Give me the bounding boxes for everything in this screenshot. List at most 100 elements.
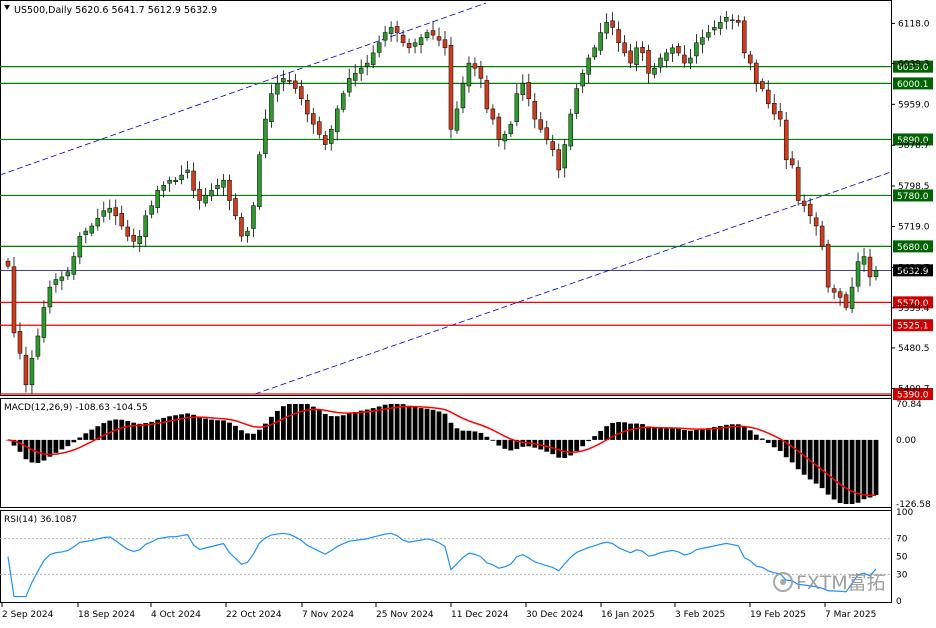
rsi-label: RSI(14) 36.1087 (4, 515, 77, 525)
macd-bar (676, 428, 681, 440)
macd-bar (640, 424, 645, 440)
macd-bar (586, 439, 592, 442)
macd-bar (867, 439, 873, 498)
macd-bar (101, 423, 107, 440)
macd-bar (388, 404, 394, 440)
macd-bar (795, 439, 801, 470)
candle-body (789, 158, 795, 166)
time-tick-label: 19 Feb 2025 (750, 610, 806, 620)
candle-body (819, 225, 825, 247)
candle-body (191, 170, 196, 191)
candle-body (538, 119, 544, 130)
macd-bar (227, 422, 232, 440)
macd-bar (65, 439, 71, 447)
macd-bar (292, 404, 298, 440)
candle-body (532, 101, 538, 120)
candle-body (813, 217, 819, 227)
candle-body (323, 135, 328, 145)
candle-body (843, 294, 849, 308)
macd-bar (125, 421, 131, 440)
price-tick-label: 6039.3 (898, 59, 930, 69)
candle-body (346, 78, 352, 93)
candle-body (586, 57, 591, 75)
macd-bar (490, 439, 496, 441)
macd-bar (658, 428, 663, 440)
macd-bar (580, 439, 586, 447)
candle-body (251, 205, 256, 229)
macd-bar (298, 404, 304, 440)
candle-body (179, 174, 184, 180)
macd-bar (370, 408, 376, 440)
candle-body (574, 88, 579, 114)
macd-bar (233, 425, 238, 440)
price-axis: 6118.0 6039.3 5959.0 5878.7 5798.5 5719.0 5638… (891, 19, 930, 395)
macd-bar (741, 427, 747, 440)
price-tick-label: 5480.5 (898, 344, 930, 354)
macd-bar (29, 439, 35, 463)
candle-body (149, 205, 154, 215)
macd-bar (23, 439, 29, 460)
candle-body (209, 190, 214, 197)
candle-body (203, 195, 208, 204)
macd-bar (520, 439, 526, 447)
macd-bar (203, 418, 208, 440)
candle-body (652, 67, 657, 75)
candle-body (562, 144, 567, 169)
macd-bar (843, 439, 849, 504)
candle-body (131, 234, 136, 242)
candle-body (382, 32, 388, 41)
rsi-tick-label: 50 (896, 553, 908, 563)
macd-bar (257, 429, 262, 440)
candle-body (658, 57, 663, 68)
candle-body (771, 103, 777, 115)
candle-body (113, 207, 119, 217)
macd-bar (460, 430, 466, 440)
candle-body (831, 288, 837, 293)
price-tick-label: 5638.7 (898, 263, 930, 273)
macd-bar (59, 439, 65, 450)
macd-bar (448, 422, 454, 440)
macd-bar (209, 419, 214, 440)
candle-body (544, 127, 550, 140)
candle-body (59, 276, 65, 281)
macd-bar (789, 439, 795, 463)
candle-body (765, 89, 771, 105)
macd-bar (346, 413, 352, 440)
macd-bar (670, 428, 675, 440)
candle-body (783, 119, 789, 161)
candle-body (370, 52, 376, 65)
price-tick-label: 6118.0 (898, 19, 930, 29)
price-panel (0, 0, 892, 396)
candle-body (125, 226, 130, 237)
macd-bar (251, 433, 256, 440)
candle-body (472, 63, 478, 69)
chart-header: US500,Daily 5620.6 5641.7 5612.9 5632.9 (14, 5, 217, 16)
candle-body (580, 73, 585, 87)
time-tick-label: 18 Sep 2024 (78, 610, 135, 620)
macd-bar (286, 404, 292, 440)
candle-body (825, 244, 831, 288)
candle-body (95, 218, 101, 227)
macd-bar (310, 406, 316, 440)
macd-bar (137, 423, 143, 440)
candle-body (837, 291, 843, 298)
candle-body (526, 82, 532, 99)
candle-body (634, 47, 639, 65)
candle-body (77, 235, 83, 258)
macd-bar (83, 433, 89, 440)
candle-body (736, 20, 741, 23)
candle-body (688, 57, 693, 64)
macd-bar (328, 416, 334, 440)
macd-bar (89, 429, 95, 440)
candle-body (760, 81, 765, 89)
price-tick-label: 5719.0 (898, 223, 930, 233)
level-label-5780.0: 5780.0 (897, 192, 929, 202)
candle-body (801, 200, 807, 206)
macd-bar (682, 429, 687, 440)
macd-bar (364, 409, 370, 440)
macd-bar (119, 419, 125, 440)
level-label-6000.1: 6000.1 (897, 80, 929, 90)
candle-body (424, 32, 430, 38)
macd-bar (167, 416, 173, 440)
rsi-tick-label: 70 (896, 535, 908, 545)
